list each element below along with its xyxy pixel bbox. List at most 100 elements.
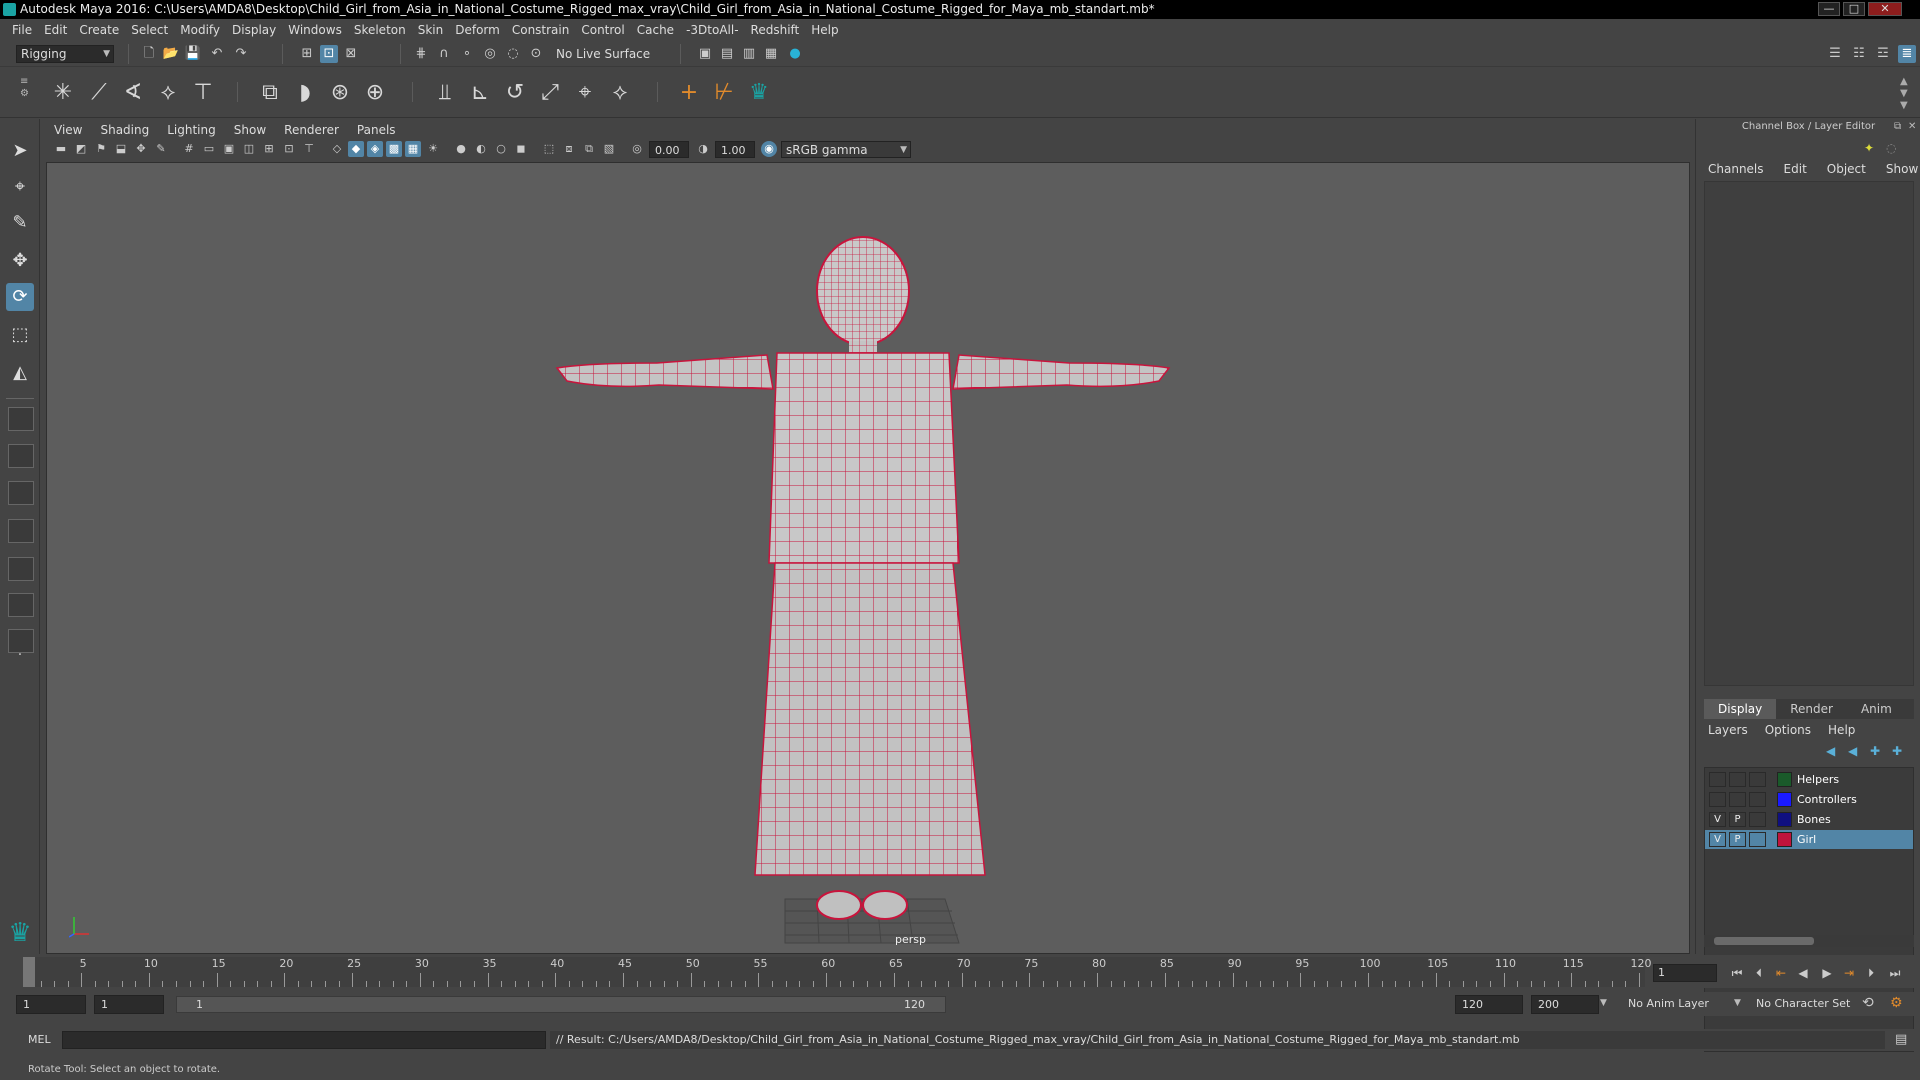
- color-management-icon[interactable]: ◉: [761, 141, 777, 157]
- go-to-start-icon[interactable]: ⏮: [1728, 964, 1746, 982]
- textured-icon[interactable]: ▩: [386, 141, 402, 157]
- lattice-icon[interactable]: ⊛: [325, 78, 355, 108]
- float-panel-icon[interactable]: ⧉: [1894, 121, 1901, 132]
- layer-row-helpers[interactable]: Helpers: [1705, 770, 1913, 789]
- range-slider-handle[interactable]: [176, 996, 946, 1013]
- perspective-viewport[interactable]: persp: [46, 162, 1690, 954]
- shelf-scroll-icon[interactable]: ▲ ▼ ▼: [1900, 76, 1908, 112]
- playback-start-field[interactable]: 1: [94, 995, 164, 1014]
- film-gate-icon[interactable]: ▭: [201, 141, 217, 157]
- menu-skin[interactable]: Skin: [412, 23, 450, 37]
- persp-outliner-layout-icon[interactable]: [8, 481, 34, 505]
- layer-row-girl[interactable]: V P Girl: [1705, 830, 1913, 849]
- object-menu[interactable]: Object: [1827, 162, 1866, 176]
- script-language-toggle[interactable]: MEL: [14, 1031, 60, 1049]
- menu-redshift[interactable]: Redshift: [745, 23, 806, 37]
- move-layer-down-icon[interactable]: ◀: [1848, 744, 1857, 758]
- attribute-editor-icon[interactable]: ☷: [1850, 45, 1868, 63]
- animation-start-field[interactable]: 1: [16, 995, 86, 1014]
- menuset-dropdown[interactable]: Rigging ▼: [16, 45, 114, 63]
- panel-menu-panels[interactable]: Panels: [348, 123, 405, 137]
- new-scene-icon[interactable]: 🗋: [140, 45, 158, 63]
- step-forward-frame-icon[interactable]: ⏵: [1862, 964, 1880, 982]
- select-component-icon[interactable]: ⊠: [342, 45, 360, 63]
- help-menu[interactable]: Help: [1828, 723, 1855, 737]
- menu-cache[interactable]: Cache: [631, 23, 680, 37]
- use-all-lights-icon[interactable]: ▦: [405, 141, 421, 157]
- menu-skeleton[interactable]: Skeleton: [348, 23, 412, 37]
- depth-of-field-icon[interactable]: ◼: [513, 141, 529, 157]
- layer-list-scrollbar[interactable]: [1704, 935, 1914, 947]
- layer-playback-toggle[interactable]: P: [1729, 832, 1746, 847]
- chevron-down-icon[interactable]: ▼: [1600, 998, 1607, 1008]
- layer-visibility-toggle[interactable]: [1709, 792, 1726, 807]
- layer-display-type-toggle[interactable]: [1749, 832, 1766, 847]
- scale-tool-icon[interactable]: ⬚: [6, 321, 34, 349]
- go-to-end-icon[interactable]: ⏭: [1886, 964, 1904, 982]
- channel-box-key-icon[interactable]: ✦: [1864, 141, 1874, 155]
- menu-help[interactable]: Help: [805, 23, 844, 37]
- panel-menu-lighting[interactable]: Lighting: [158, 123, 225, 137]
- menu-display[interactable]: Display: [226, 23, 282, 37]
- anti-aliasing-icon[interactable]: ○: [493, 141, 509, 157]
- menu-deform[interactable]: Deform: [449, 23, 506, 37]
- new-layer-selected-icon[interactable]: ✚: [1892, 744, 1902, 758]
- grid-icon[interactable]: #: [181, 141, 197, 157]
- step-forward-key-icon[interactable]: ⇥: [1840, 964, 1858, 982]
- command-input[interactable]: [62, 1031, 546, 1049]
- orient-joint-icon[interactable]: ⊤: [188, 78, 218, 108]
- hypershade-layout-icon[interactable]: [8, 557, 34, 581]
- playback-end-field[interactable]: 120: [1455, 995, 1523, 1014]
- parent-constraint-icon[interactable]: ⫫: [430, 78, 460, 108]
- persp-graph-layout-icon[interactable]: [8, 519, 34, 543]
- single-perspective-layout-icon[interactable]: [8, 407, 34, 431]
- character-set-dropdown[interactable]: No Character Set: [1756, 997, 1850, 1010]
- motion-blur-icon[interactable]: ◐: [473, 141, 489, 157]
- layer-row-controllers[interactable]: Controllers: [1705, 790, 1913, 809]
- layer-visibility-toggle[interactable]: [1709, 772, 1726, 787]
- image-plane-icon[interactable]: ⬓: [113, 141, 129, 157]
- exposure-field[interactable]: 0.00: [649, 141, 689, 158]
- bookmark-icon[interactable]: ⚑: [93, 141, 109, 157]
- select-hierarchy-icon[interactable]: ⊞: [298, 45, 316, 63]
- screen-space-ao-icon[interactable]: ●: [453, 141, 469, 157]
- gamma-field[interactable]: 1.00: [715, 141, 755, 158]
- anim-layer-dropdown[interactable]: No Anim Layer: [1628, 997, 1709, 1010]
- shelf-menu-icon[interactable]: ≡ ⚙: [20, 76, 30, 110]
- safe-action-icon[interactable]: ⊡: [281, 141, 297, 157]
- grease-pencil-icon[interactable]: ✎: [153, 141, 169, 157]
- script-editor-icon[interactable]: ▤: [1895, 1032, 1907, 1047]
- save-scene-icon[interactable]: 💾: [184, 45, 202, 63]
- current-frame-field[interactable]: 1: [1653, 964, 1717, 982]
- paint-weights-icon[interactable]: ◗: [290, 78, 320, 108]
- tool-settings-icon[interactable]: ☲: [1874, 45, 1892, 63]
- render-view-icon[interactable]: ▣: [696, 45, 714, 63]
- close-button[interactable]: ✕: [1868, 2, 1902, 16]
- menu-3dtoall[interactable]: -3DtoAll-: [680, 23, 744, 37]
- layer-playback-toggle[interactable]: [1729, 792, 1746, 807]
- time-slider-track[interactable]: 1510152025303540455055606570758085909510…: [23, 957, 1652, 987]
- current-time-indicator[interactable]: [23, 957, 35, 987]
- layer-playback-toggle[interactable]: [1729, 772, 1746, 787]
- redo-icon[interactable]: ↷: [232, 45, 250, 63]
- panel-menu-view[interactable]: View: [45, 123, 91, 137]
- menu-create[interactable]: Create: [73, 23, 125, 37]
- menu-modify[interactable]: Modify: [174, 23, 226, 37]
- panel-menu-shading[interactable]: Shading: [91, 123, 158, 137]
- cluster-icon[interactable]: ⊕: [360, 78, 390, 108]
- move-layer-up-icon[interactable]: ◀: [1826, 744, 1835, 758]
- panel-menu-show[interactable]: Show: [225, 123, 275, 137]
- locator-icon[interactable]: +: [674, 78, 704, 108]
- minimize-button[interactable]: —: [1818, 2, 1840, 16]
- menu-file[interactable]: File: [6, 23, 38, 37]
- create-joints-icon[interactable]: ✳: [48, 78, 78, 108]
- menu-select[interactable]: Select: [125, 23, 174, 37]
- step-back-key-icon[interactable]: ⇤: [1772, 964, 1790, 982]
- lasso-tool-icon[interactable]: ⌖: [6, 173, 34, 201]
- scrollbar-thumb[interactable]: [1714, 937, 1814, 945]
- orient-constraint-icon[interactable]: ↺: [500, 78, 530, 108]
- layer-color-swatch[interactable]: [1777, 832, 1792, 847]
- move-tool-icon[interactable]: ✥: [6, 247, 34, 275]
- layer-color-swatch[interactable]: [1777, 772, 1792, 787]
- layer-visibility-toggle[interactable]: V: [1709, 832, 1726, 847]
